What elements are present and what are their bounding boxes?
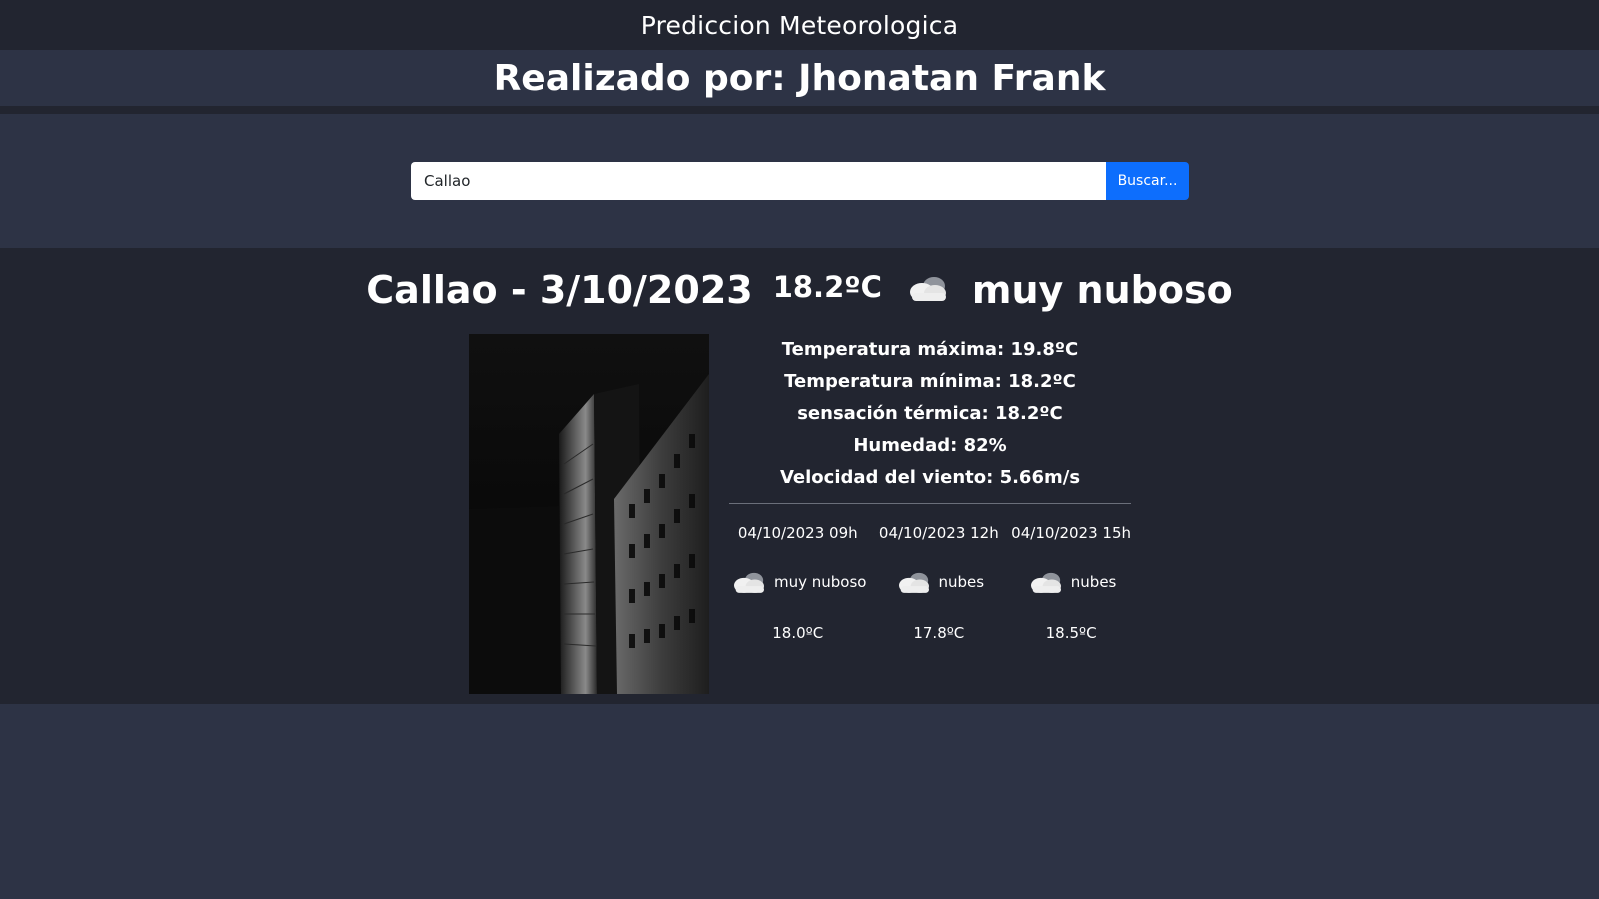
search-button[interactable]: Buscar... (1106, 162, 1189, 200)
details-divider (729, 503, 1131, 504)
forecast-description: nubes (938, 573, 985, 591)
forecast-datetime: 04/10/2023 12h (878, 524, 999, 542)
humidity: Humedad: 82% (853, 435, 1007, 456)
forecast-condition: nubes (1026, 556, 1117, 608)
cloud-icon (898, 572, 929, 593)
city-photo (469, 334, 709, 694)
forecast-datetime: 04/10/2023 15h (1011, 524, 1131, 542)
forecast-temperature: 17.8ºC (913, 624, 965, 642)
feels-like: sensación térmica: 18.2ºC (797, 403, 1063, 424)
author-bar: Realizado por: Jhonatan Frank (0, 50, 1599, 106)
wind-speed: Velocidad del viento: 5.66m/s (779, 467, 1081, 488)
top-bar: Prediccion Meteorologica (0, 0, 1599, 50)
max-temperature: Temperatura máxima: 19.8ºC (781, 339, 1079, 360)
forecast-item: 04/10/2023 12h nubes 17.8ºC (879, 518, 999, 648)
cloud-icon (909, 277, 946, 301)
forecast-description: nubes (1070, 573, 1117, 591)
search-section: Buscar... (0, 114, 1599, 248)
min-temperature: Temperatura mínima: 18.2ºC (784, 371, 1076, 392)
forecast-item: 04/10/2023 15h nubes 18.5ºC (1011, 518, 1131, 648)
forecast-item: 04/10/2023 09h muy nuboso 18.0ºC (729, 518, 866, 648)
page-title: Prediccion Meteorologica (640, 10, 959, 40)
forecast-description: muy nuboso (774, 573, 867, 591)
forecast-condition: muy nuboso (729, 556, 866, 608)
city-date: Callao - 3/10/2023 (366, 268, 753, 312)
forecast-datetime: 04/10/2023 09h (737, 524, 858, 542)
forecast-temperature: 18.0ºC (772, 624, 824, 642)
forecast-condition: nubes (894, 556, 985, 608)
search-input[interactable] (411, 162, 1106, 200)
author-heading: Realizado por: Jhonatan Frank (493, 57, 1106, 99)
current-weather-header: Callao - 3/10/2023 18.2ºC muy nuboso (0, 262, 1599, 318)
current-description: muy nuboso (971, 268, 1233, 312)
current-temperature: 18.2ºC (772, 270, 882, 304)
forecast-list: 04/10/2023 09h muy nuboso 18.0ºC 04/10/2… (729, 518, 1131, 648)
weather-result: Callao - 3/10/2023 18.2ºC muy nuboso Tem… (0, 248, 1599, 704)
search-form: Buscar... (411, 162, 1189, 200)
forecast-temperature: 18.5ºC (1045, 624, 1097, 642)
weather-details: Temperatura máxima: 19.8ºC Temperatura m… (729, 334, 1131, 504)
header-divider (0, 106, 1599, 114)
cloud-icon (734, 572, 764, 593)
cloud-icon (1030, 572, 1061, 593)
